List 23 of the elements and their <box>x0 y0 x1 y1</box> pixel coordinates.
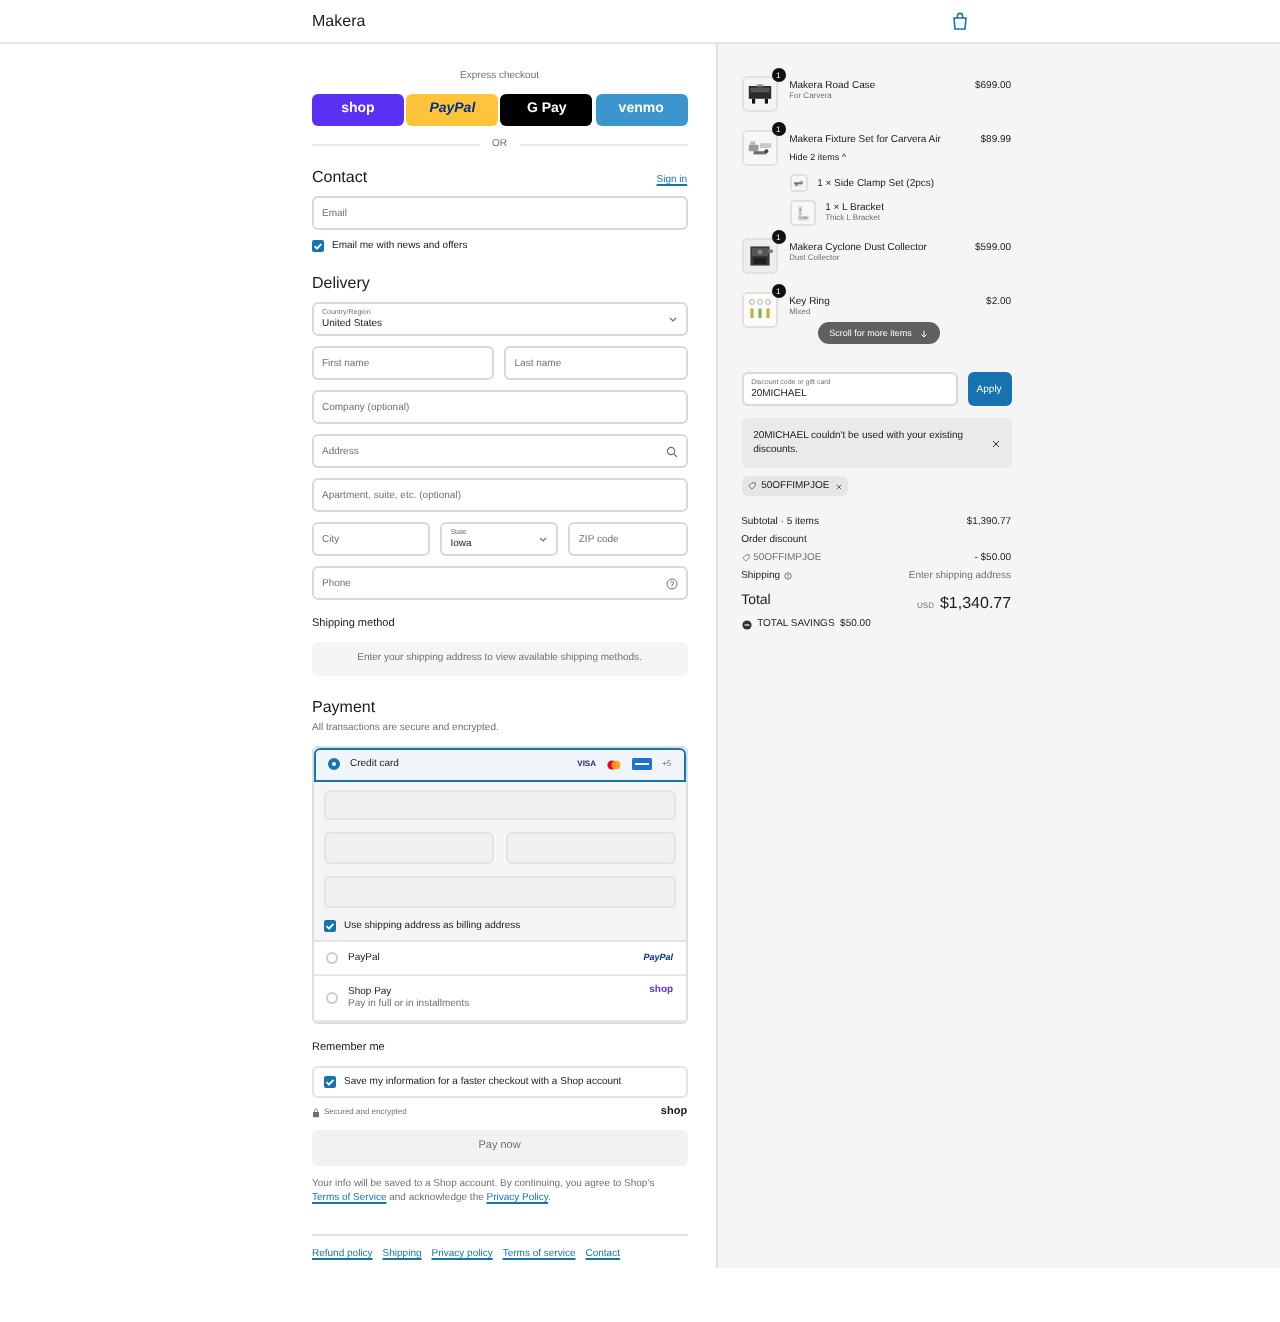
checkbox[interactable] <box>324 919 336 932</box>
tag-icon <box>741 553 750 561</box>
section-heading: Delivery <box>312 276 372 292</box>
card-brand-icon <box>632 758 652 771</box>
savings-icon <box>741 619 752 629</box>
chevron-down-icon <box>538 535 549 543</box>
remove-icon[interactable] <box>835 483 842 489</box>
chevron-down-icon <box>667 315 678 323</box>
checkbox[interactable] <box>324 1076 336 1089</box>
section-heading: Contact <box>312 170 368 186</box>
search-icon <box>665 445 678 457</box>
checkbox[interactable] <box>312 240 324 252</box>
lock-icon <box>312 1107 320 1118</box>
section-heading: Payment <box>312 699 378 716</box>
shopping-bag-icon[interactable] <box>952 12 968 30</box>
total-amount: $1,340.77 <box>939 593 1012 613</box>
mastercard-icon <box>606 759 622 770</box>
arrow-down-icon <box>919 329 928 337</box>
tag-icon <box>747 482 756 490</box>
help-icon[interactable] <box>665 577 678 589</box>
close-icon[interactable] <box>991 439 1000 447</box>
store-logo[interactable]: Makera <box>312 11 366 31</box>
help-icon[interactable] <box>784 571 793 579</box>
